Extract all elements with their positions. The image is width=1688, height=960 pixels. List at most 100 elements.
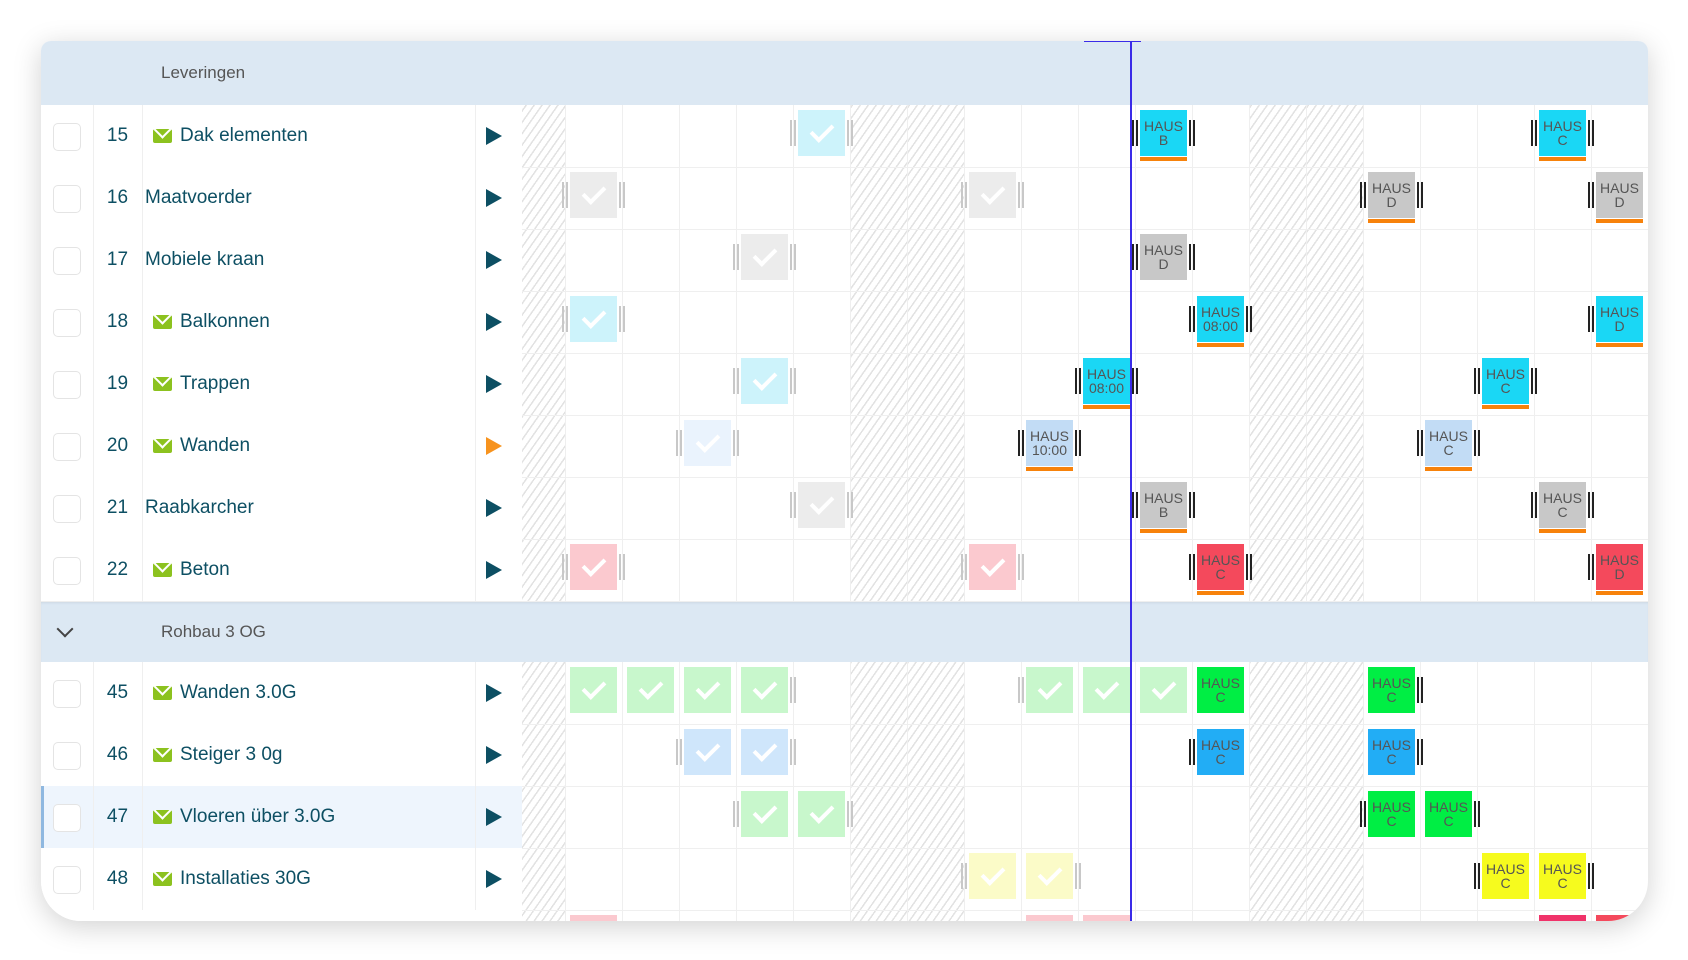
- row-checkbox[interactable]: [53, 123, 81, 151]
- resize-handle-left[interactable]: [790, 120, 796, 146]
- row-checkbox[interactable]: [53, 557, 81, 585]
- completed-delivery-block[interactable]: [969, 172, 1016, 218]
- task-name[interactable]: Beton: [180, 539, 230, 601]
- resize-handle-left[interactable]: [1132, 492, 1138, 518]
- delivery-block[interactable]: [1083, 915, 1130, 921]
- task-row[interactable]: 16 Maatvoerder: [41, 167, 522, 230]
- resize-handle-right[interactable]: [847, 492, 853, 518]
- play-arrow-icon[interactable]: [486, 189, 502, 207]
- completed-delivery-block[interactable]: [969, 544, 1016, 590]
- resize-handle-right[interactable]: [619, 306, 625, 332]
- resize-handle-right[interactable]: [1474, 801, 1480, 827]
- completed-delivery-block[interactable]: [570, 667, 617, 713]
- completed-delivery-block[interactable]: [1140, 667, 1187, 713]
- completed-delivery-block[interactable]: [798, 791, 845, 837]
- resize-handle-right[interactable]: [1588, 492, 1594, 518]
- resize-handle-left[interactable]: [1018, 677, 1024, 703]
- task-name[interactable]: Wanden 3.0G: [180, 662, 297, 724]
- play-arrow-icon[interactable]: [486, 684, 502, 702]
- task-row[interactable]: 21 Raabkarcher: [41, 477, 522, 540]
- resize-handle-left[interactable]: [676, 739, 682, 765]
- delivery-block[interactable]: HAUS C: [1197, 544, 1244, 590]
- completed-delivery-block[interactable]: [684, 420, 731, 466]
- play-arrow-icon[interactable]: [486, 808, 502, 826]
- play-arrow-icon[interactable]: [486, 375, 502, 393]
- play-arrow-icon[interactable]: [486, 251, 502, 269]
- task-row[interactable]: 15 Dak elementen: [41, 105, 522, 168]
- task-row[interactable]: 20 Wanden: [41, 415, 522, 478]
- delivery-block[interactable]: HAUS D: [1140, 234, 1187, 280]
- resize-handle-right[interactable]: [1075, 863, 1081, 889]
- resize-handle-left[interactable]: [961, 554, 967, 580]
- completed-delivery-block[interactable]: [1083, 667, 1130, 713]
- task-name[interactable]: Steiger 3 0g: [180, 724, 282, 786]
- resize-handle-left[interactable]: [790, 492, 796, 518]
- resize-handle-left[interactable]: [676, 430, 682, 456]
- task-name[interactable]: Trappen: [180, 353, 250, 415]
- delivery-block[interactable]: HAUS B: [1140, 482, 1187, 528]
- play-arrow-icon[interactable]: [486, 746, 502, 764]
- play-arrow-icon[interactable]: [486, 561, 502, 579]
- resize-handle-left[interactable]: [562, 554, 568, 580]
- group-header[interactable]: Leveringen: [41, 41, 1648, 105]
- completed-delivery-block[interactable]: [627, 667, 674, 713]
- resize-handle-left[interactable]: [1189, 739, 1195, 765]
- resize-handle-right[interactable]: [790, 677, 796, 703]
- delivery-block[interactable]: HAUS D: [1596, 296, 1643, 342]
- resize-handle-right[interactable]: [733, 430, 739, 456]
- row-checkbox[interactable]: [53, 247, 81, 275]
- play-arrow-icon[interactable]: [486, 127, 502, 145]
- play-arrow-icon[interactable]: [486, 437, 502, 455]
- resize-handle-left[interactable]: [1132, 120, 1138, 146]
- delivery-block[interactable]: HAUS C: [1368, 791, 1415, 837]
- resize-handle-right[interactable]: [1588, 120, 1594, 146]
- resize-handle-right[interactable]: [1189, 244, 1195, 270]
- resize-handle-left[interactable]: [1588, 554, 1594, 580]
- completed-delivery-block[interactable]: [570, 172, 617, 218]
- resize-handle-right[interactable]: [1018, 182, 1024, 208]
- task-row[interactable]: 18 Balkonnen: [41, 291, 522, 354]
- resize-handle-right[interactable]: [1417, 739, 1423, 765]
- resize-handle-right[interactable]: [790, 368, 796, 394]
- task-row[interactable]: 22 Beton: [41, 539, 522, 602]
- delivery-block[interactable]: HAUS 08:00: [1083, 358, 1130, 404]
- task-row[interactable]: 45 Wanden 3.0G: [41, 662, 522, 725]
- resize-handle-right[interactable]: [1588, 863, 1594, 889]
- delivery-block[interactable]: [1539, 915, 1586, 921]
- resize-handle-right[interactable]: [790, 739, 796, 765]
- delivery-block[interactable]: HAUS C: [1539, 482, 1586, 528]
- resize-handle-left[interactable]: [1531, 120, 1537, 146]
- delivery-block[interactable]: HAUS C: [1368, 729, 1415, 775]
- completed-delivery-block[interactable]: [741, 667, 788, 713]
- delivery-block[interactable]: [1596, 915, 1643, 921]
- delivery-block[interactable]: HAUS C: [1482, 358, 1529, 404]
- task-name[interactable]: Maatvoerder: [145, 167, 252, 229]
- row-checkbox[interactable]: [53, 866, 81, 894]
- row-checkbox[interactable]: [53, 433, 81, 461]
- resize-handle-left[interactable]: [1075, 368, 1081, 394]
- task-name[interactable]: Mobiele kraan: [145, 229, 264, 291]
- delivery-block[interactable]: HAUS D: [1368, 172, 1415, 218]
- completed-delivery-block[interactable]: [798, 482, 845, 528]
- row-checkbox[interactable]: [53, 185, 81, 213]
- resize-handle-left[interactable]: [733, 244, 739, 270]
- delivery-block[interactable]: [570, 915, 617, 921]
- delivery-block[interactable]: HAUS C: [1425, 420, 1472, 466]
- delivery-block[interactable]: HAUS D: [1596, 172, 1643, 218]
- resize-handle-right[interactable]: [1018, 554, 1024, 580]
- delivery-block[interactable]: HAUS C: [1368, 667, 1415, 713]
- completed-delivery-block[interactable]: [570, 544, 617, 590]
- resize-handle-left[interactable]: [1474, 863, 1480, 889]
- task-name[interactable]: Wanden: [180, 415, 250, 477]
- completed-delivery-block[interactable]: [1026, 667, 1073, 713]
- row-checkbox[interactable]: [53, 309, 81, 337]
- task-row[interactable]: 46 Steiger 3 0g: [41, 724, 522, 787]
- task-name[interactable]: Balkonnen: [180, 291, 270, 353]
- task-name[interactable]: Raabkarcher: [145, 477, 254, 539]
- completed-delivery-block[interactable]: [570, 296, 617, 342]
- completed-delivery-block[interactable]: [684, 729, 731, 775]
- resize-handle-left[interactable]: [562, 182, 568, 208]
- task-name[interactable]: Dak elementen: [180, 105, 308, 167]
- resize-handle-left[interactable]: [1189, 306, 1195, 332]
- resize-handle-left[interactable]: [1531, 492, 1537, 518]
